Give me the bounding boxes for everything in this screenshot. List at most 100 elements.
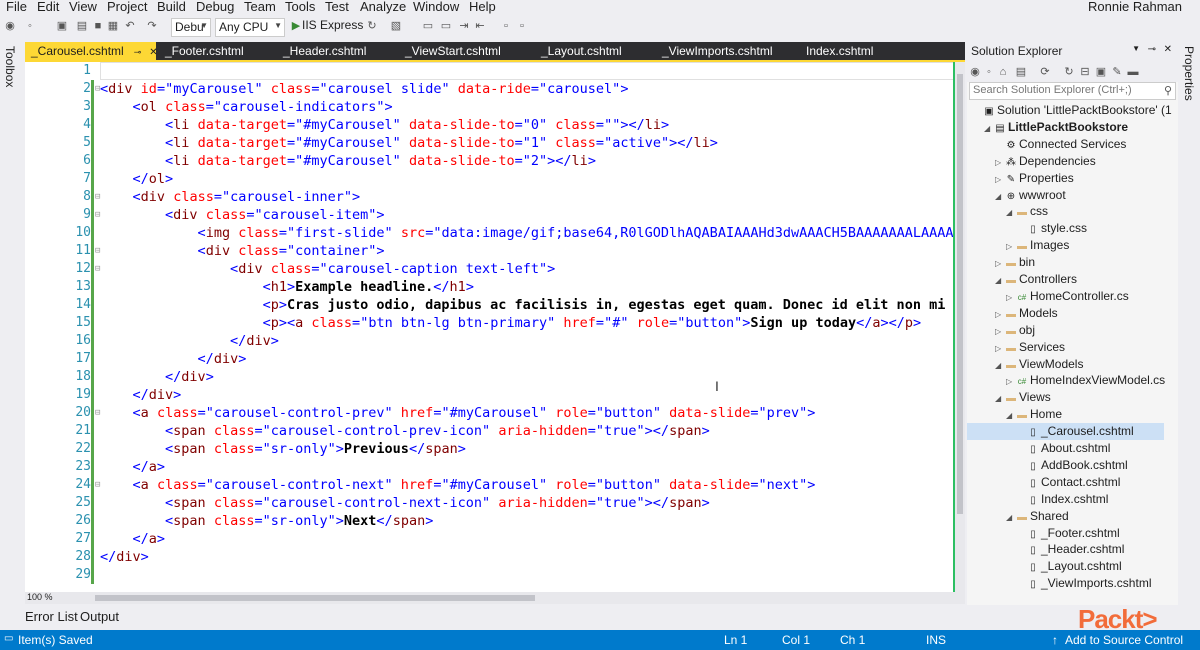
tree-item[interactable]: ◢ ▬ Shared bbox=[1006, 508, 1069, 525]
sync-icon[interactable]: ⟳ bbox=[1039, 66, 1051, 78]
code-line[interactable]: <span class="carousel-control-next-icon"… bbox=[100, 494, 710, 512]
menu-debug[interactable]: Debug bbox=[196, 0, 234, 14]
fold-toggle-icon[interactable]: ⊟ bbox=[95, 480, 100, 490]
expand-arrow-icon[interactable]: ▷ bbox=[995, 171, 1005, 188]
solution-search-input[interactable]: Search Solution Explorer (Ctrl+;) ⚲ bbox=[969, 82, 1176, 100]
undo-icon[interactable]: ↶ bbox=[124, 20, 136, 32]
outdent-icon[interactable]: ⇤ bbox=[474, 20, 486, 32]
fold-toggle-icon[interactable]: ⊟ bbox=[95, 408, 100, 418]
code-line[interactable]: <ol class="carousel-indicators"> bbox=[100, 98, 393, 116]
tree-item[interactable]: ◢ ▬ Views bbox=[995, 389, 1051, 406]
tree-item[interactable]: ▯ _Carousel.cshtml bbox=[967, 423, 1164, 441]
user-name[interactable]: Ronnie Rahman bbox=[1088, 0, 1182, 14]
tab-output[interactable]: Output bbox=[80, 609, 119, 624]
code-line[interactable]: <li data-target="#myCarousel" data-slide… bbox=[100, 116, 669, 134]
bookmark-icon[interactable]: ▭ bbox=[422, 20, 434, 32]
expand-arrow-icon[interactable]: ▷ bbox=[995, 154, 1005, 171]
tab-layout[interactable]: _Layout.cshtml bbox=[535, 42, 628, 60]
code-line[interactable]: </div> bbox=[100, 386, 182, 404]
tree-item[interactable]: ▷ ▬ obj bbox=[995, 322, 1035, 339]
fold-toggle-icon[interactable]: ⊟ bbox=[95, 210, 100, 220]
menu-test[interactable]: Test bbox=[325, 0, 349, 14]
chevron-down-icon[interactable]: ▼ bbox=[1132, 44, 1140, 53]
find-next-icon[interactable]: ▫ bbox=[516, 20, 528, 32]
tree-item[interactable]: ▣ Solution 'LittlePacktBookstore' (1 bbox=[973, 102, 1171, 119]
browser-link-icon[interactable]: ▧ bbox=[390, 20, 402, 32]
redo-icon[interactable]: ↷ bbox=[146, 20, 158, 32]
tree-item[interactable]: ◢ ▤ LittlePacktBookstore bbox=[984, 119, 1128, 136]
menu-team[interactable]: Team bbox=[244, 0, 276, 14]
expand-arrow-icon[interactable]: ◢ bbox=[995, 272, 1005, 289]
indent-icon[interactable]: ⇥ bbox=[458, 20, 470, 32]
code-line[interactable]: <div class="carousel-caption text-left"> bbox=[100, 260, 555, 278]
navigate-back-icon[interactable]: ◉ bbox=[4, 20, 16, 32]
tree-item[interactable]: ▷ ▬ Images bbox=[1006, 237, 1069, 254]
properties-strip[interactable]: Properties bbox=[1178, 40, 1200, 605]
fold-toggle-icon[interactable]: ⊟ bbox=[95, 84, 100, 94]
expand-arrow-icon[interactable]: ◢ bbox=[1006, 407, 1016, 424]
code-line[interactable]: </div> bbox=[100, 332, 279, 350]
comment-icon[interactable]: ▭ bbox=[440, 20, 452, 32]
code-line[interactable]: <a class="carousel-control-prev" href="#… bbox=[100, 404, 816, 422]
save-icon[interactable]: ■ bbox=[92, 20, 104, 32]
code-line[interactable]: <li data-target="#myCarousel" data-slide… bbox=[100, 134, 718, 152]
tree-item[interactable]: ▯ Contact.cshtml bbox=[1017, 474, 1120, 491]
back-icon[interactable]: ◉ bbox=[969, 66, 981, 78]
zoom-level[interactable]: 100 % bbox=[27, 592, 53, 602]
vertical-scrollbar[interactable] bbox=[955, 62, 965, 592]
expand-arrow-icon[interactable]: ◢ bbox=[1006, 509, 1016, 526]
code-line[interactable]: </ol> bbox=[100, 170, 174, 188]
show-all-files-icon[interactable]: ▣ bbox=[1095, 66, 1107, 78]
pin-icon[interactable]: ⊸ bbox=[134, 47, 142, 57]
code-line[interactable]: </a> bbox=[100, 458, 166, 476]
code-line[interactable]: </a> bbox=[100, 530, 166, 548]
tree-item[interactable]: ▯ _Header.cshtml bbox=[1017, 541, 1124, 558]
tab-index[interactable]: Index.cshtml bbox=[800, 42, 879, 60]
tab-header[interactable]: _Header.cshtml bbox=[277, 42, 372, 60]
preview-icon[interactable]: ▬ bbox=[1127, 66, 1139, 78]
code-line[interactable]: <h1>Example headline.</h1> bbox=[100, 278, 474, 296]
tree-item[interactable]: ▷ ✎ Properties bbox=[995, 170, 1074, 187]
menu-tools[interactable]: Tools bbox=[285, 0, 315, 14]
expand-arrow-icon[interactable]: ▷ bbox=[995, 340, 1005, 357]
fold-toggle-icon[interactable]: ⊟ bbox=[95, 192, 100, 202]
menu-file[interactable]: File bbox=[6, 0, 27, 14]
expand-arrow-icon[interactable]: ◢ bbox=[995, 390, 1005, 407]
code-line[interactable]: <div class="carousel-item"> bbox=[100, 206, 385, 224]
code-line[interactable]: </div> bbox=[100, 368, 214, 386]
tree-item[interactable]: ▯ style.css bbox=[1017, 220, 1087, 237]
code-line[interactable]: <div id="myCarousel" class="carousel sli… bbox=[100, 80, 628, 98]
tab-footer[interactable]: _Footer.cshtml bbox=[159, 42, 250, 60]
new-project-icon[interactable]: ▣ bbox=[56, 20, 68, 32]
close-icon[interactable]: ✕ bbox=[149, 47, 157, 58]
expand-arrow-icon[interactable]: ▷ bbox=[995, 306, 1005, 323]
find-icon[interactable]: ▫ bbox=[500, 20, 512, 32]
forward-icon[interactable]: ◦ bbox=[983, 66, 995, 78]
tree-item[interactable]: ⚙ Connected Services bbox=[995, 136, 1127, 153]
tab-carousel[interactable]: _Carousel.cshtml ⊸ ✕ bbox=[25, 42, 158, 60]
run-target-button[interactable]: IIS Express bbox=[302, 18, 363, 32]
refresh-icon[interactable]: ↻ bbox=[366, 20, 378, 32]
code-line[interactable]: <p><a class="btn btn-lg btn-primary" hre… bbox=[100, 314, 922, 332]
collapse-all-icon[interactable]: ⊟ bbox=[1079, 66, 1091, 78]
code-line[interactable]: <span class="carousel-control-prev-icon"… bbox=[100, 422, 710, 440]
menu-analyze[interactable]: Analyze bbox=[360, 0, 406, 14]
expand-arrow-icon[interactable]: ▷ bbox=[995, 323, 1005, 340]
tree-item[interactable]: ◢ ▬ Controllers bbox=[995, 271, 1077, 288]
source-control-button[interactable]: Add to Source Control bbox=[1065, 633, 1183, 647]
expand-arrow-icon[interactable]: ◢ bbox=[984, 120, 994, 137]
configuration-select[interactable]: Debu ▼ bbox=[171, 18, 211, 37]
tree-item[interactable]: ▯ _ViewImports.cshtml bbox=[1017, 575, 1151, 592]
code-line[interactable]: <span class="sr-only">Previous</span> bbox=[100, 440, 466, 458]
save-all-icon[interactable]: ▦ bbox=[107, 20, 119, 32]
menu-window[interactable]: Window bbox=[413, 0, 459, 14]
refresh-icon[interactable]: ↻ bbox=[1063, 66, 1075, 78]
code-line[interactable]: <span class="sr-only">Next</span> bbox=[100, 512, 433, 530]
code-editor[interactable]: 1 2 3 4 5 6 7 8 9 10 11 12 13 14 15 16 17 18 19 20 21 22 23 24 2… bbox=[25, 62, 965, 592]
toolbox-strip[interactable]: Toolbox bbox=[0, 40, 22, 605]
tree-item[interactable]: ◢ ⊕ wwwroot bbox=[995, 187, 1066, 204]
tree-item[interactable]: ▯ _Footer.cshtml bbox=[1017, 525, 1119, 542]
tab-viewimports[interactable]: _ViewImports.cshtml bbox=[656, 42, 778, 60]
expand-arrow-icon[interactable]: ▷ bbox=[995, 255, 1005, 272]
menu-project[interactable]: Project bbox=[107, 0, 147, 14]
